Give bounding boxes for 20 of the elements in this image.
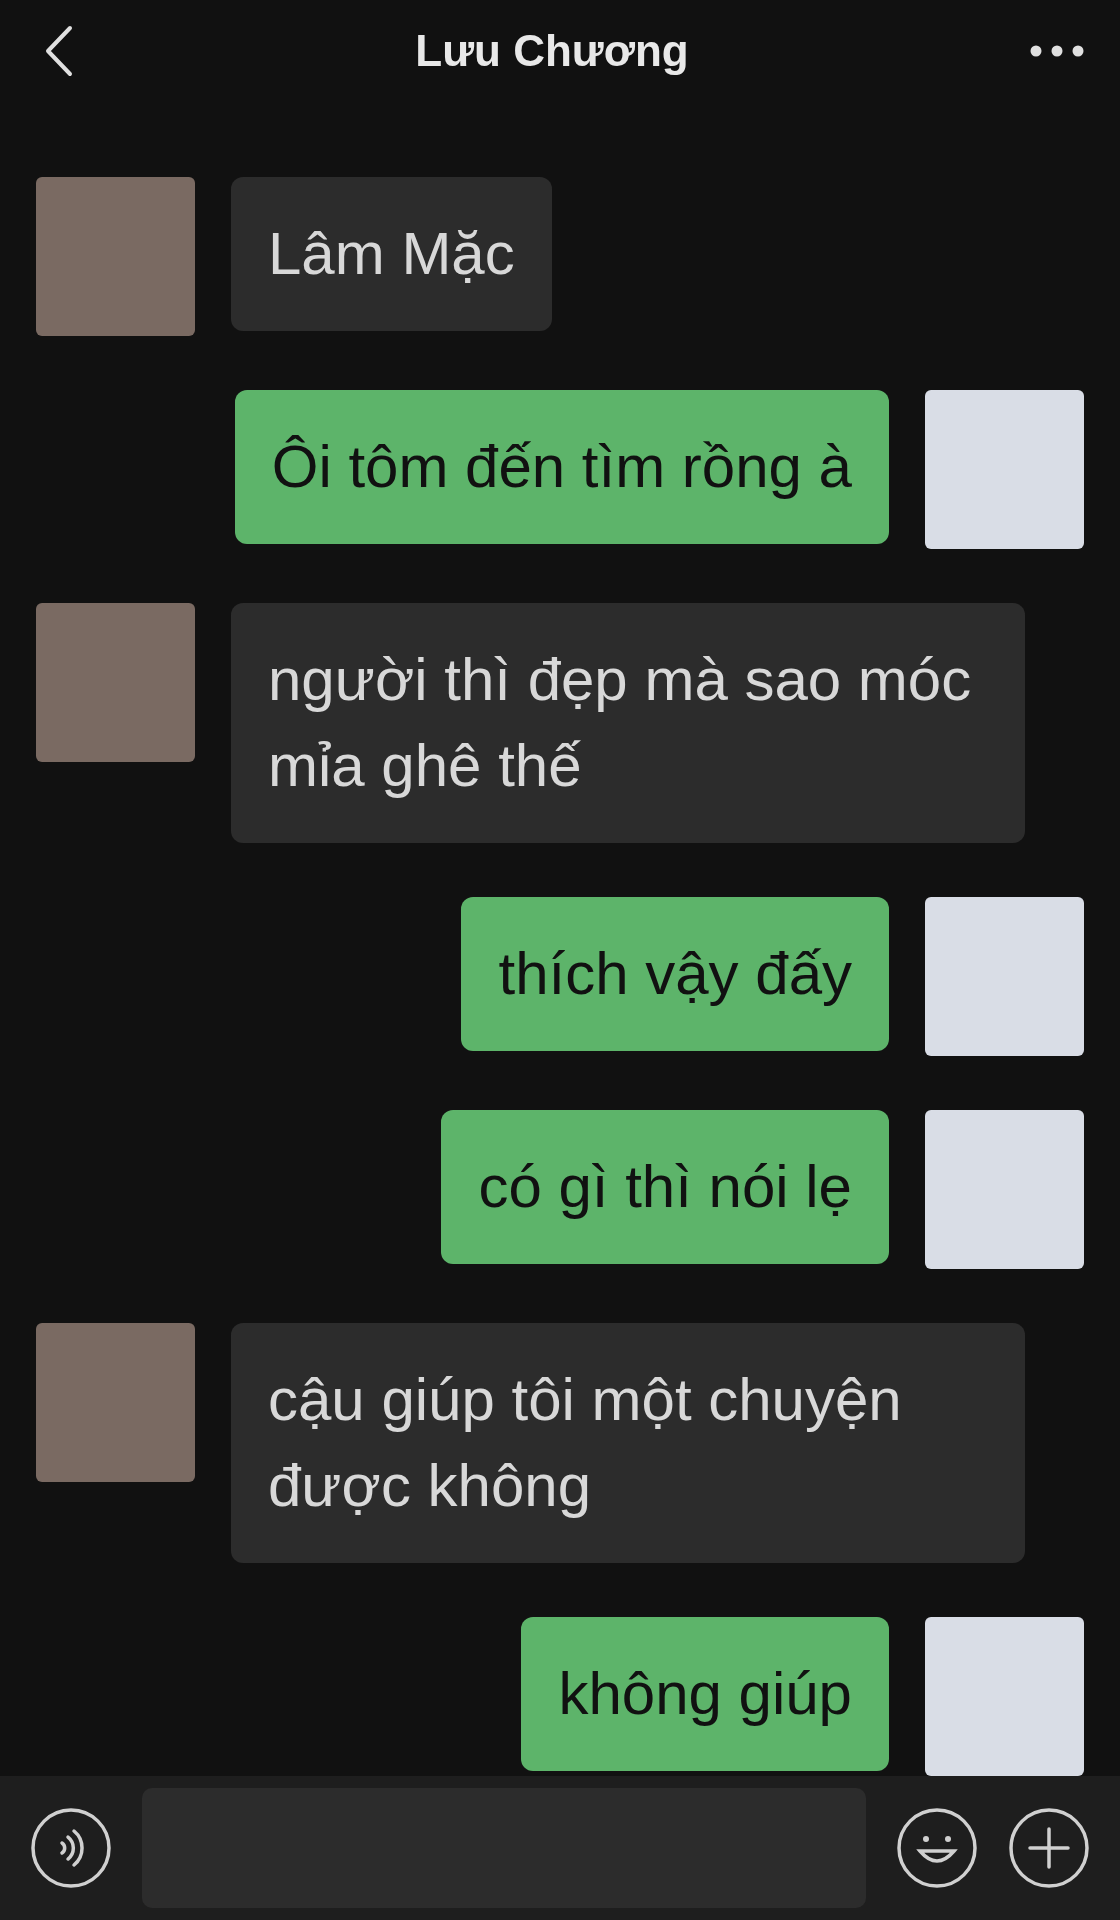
message-bubble: thích vậy đấy xyxy=(461,896,889,1051)
avatar-photo-placeholder[interactable] xyxy=(925,389,1084,549)
message-bubble: người thì đẹp mà sao móc mỉa ghê thế xyxy=(231,602,1025,843)
back-button[interactable] xyxy=(44,24,74,77)
avatar-photo-placeholder[interactable] xyxy=(925,896,1084,1056)
message-bubble: Lâm Mặc xyxy=(231,176,552,331)
add-button[interactable] xyxy=(1008,1806,1090,1889)
avatar-photo-placeholder[interactable] xyxy=(36,602,195,762)
emoji-button[interactable] xyxy=(896,1806,978,1889)
chat-title: Lưu Chương xyxy=(415,25,689,76)
avatar-photo-placeholder[interactable] xyxy=(36,1322,195,1482)
avatar-photo-placeholder[interactable] xyxy=(925,1109,1084,1269)
message-bubble: cậu giúp tôi một chuyện được không xyxy=(231,1322,1025,1563)
message-bubble: có gì thì nói lẹ xyxy=(441,1109,889,1264)
message-bubble: Ôi tôm đến tìm rồng à xyxy=(234,389,889,544)
more-button[interactable] xyxy=(1030,44,1084,57)
voice-button[interactable] xyxy=(30,1806,112,1889)
avatar-photo-placeholder[interactable] xyxy=(925,1616,1084,1776)
message-bubble: không giúp xyxy=(521,1616,889,1771)
avatar-photo-placeholder[interactable] xyxy=(36,176,195,336)
